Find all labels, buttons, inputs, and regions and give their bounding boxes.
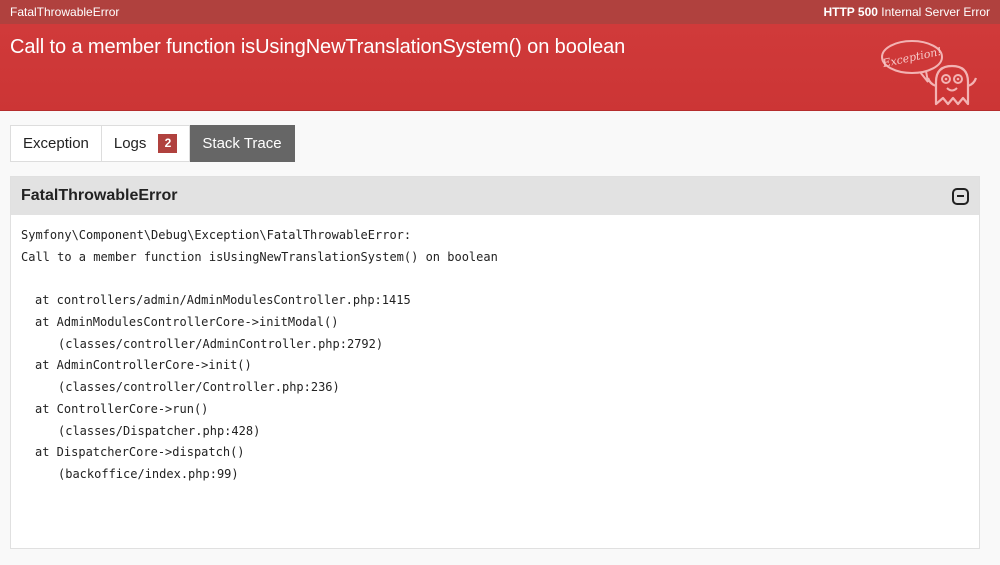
collapse-toggle-icon[interactable] — [952, 187, 969, 205]
tab-exception-label: Exception — [23, 135, 89, 152]
tab-exception[interactable]: Exception — [10, 125, 102, 162]
tab-stack-trace[interactable]: Stack Trace — [190, 125, 295, 162]
exception-class: Symfony\Component\Debug\Exception\FatalT… — [21, 228, 412, 242]
frame-at: at AdminModulesControllerCore->initModal… — [35, 315, 339, 330]
tab-stack-trace-label: Stack Trace — [202, 135, 282, 152]
http-status-code: HTTP 500 — [823, 5, 878, 19]
tab-logs[interactable]: Logs 2 — [101, 125, 191, 162]
http-status: HTTP 500 Internal Server Error — [823, 5, 990, 19]
mascot-bubble-text: Exception! — [880, 45, 942, 70]
tab-bar: Exception Logs 2 Stack Trace — [10, 125, 295, 162]
top-bar: FatalThrowableError HTTP 500 Internal Se… — [0, 0, 1000, 24]
frame-at: at AdminControllerCore->init() — [35, 358, 252, 373]
stack-trace-text: Symfony\Component\Debug\Exception\FatalT… — [11, 215, 979, 486]
logs-count-badge: 2 — [158, 134, 178, 153]
exception-message: Call to a member function isUsingNewTran… — [21, 249, 498, 264]
frame-at: at DispatcherCore->dispatch() — [35, 445, 245, 460]
exception-type-label: FatalThrowableError — [10, 5, 120, 19]
tab-logs-label: Logs — [113, 135, 147, 152]
frame-location: (classes/Dispatcher.php:428) — [58, 423, 261, 438]
frame-at: at controllers/admin/AdminModulesControl… — [35, 293, 411, 308]
error-header: Call to a member function isUsingNewTran… — [0, 24, 1000, 111]
panel-header: FatalThrowableError — [11, 177, 979, 215]
error-message: Call to a member function isUsingNewTran… — [10, 36, 626, 58]
panel-title: FatalThrowableError — [21, 187, 178, 204]
exception-ghost-icon: Exception! — [880, 40, 978, 106]
stack-trace-panel: FatalThrowableError Symfony\Component\De… — [10, 176, 980, 549]
frame-at: at ControllerCore->run() — [35, 401, 209, 416]
frame-location: (classes/controller/Controller.php:236) — [58, 380, 340, 395]
frame-location: (backoffice/index.php:99) — [58, 466, 239, 481]
http-status-text: Internal Server Error — [881, 5, 990, 19]
frame-location: (classes/controller/AdminController.php:… — [58, 336, 384, 351]
